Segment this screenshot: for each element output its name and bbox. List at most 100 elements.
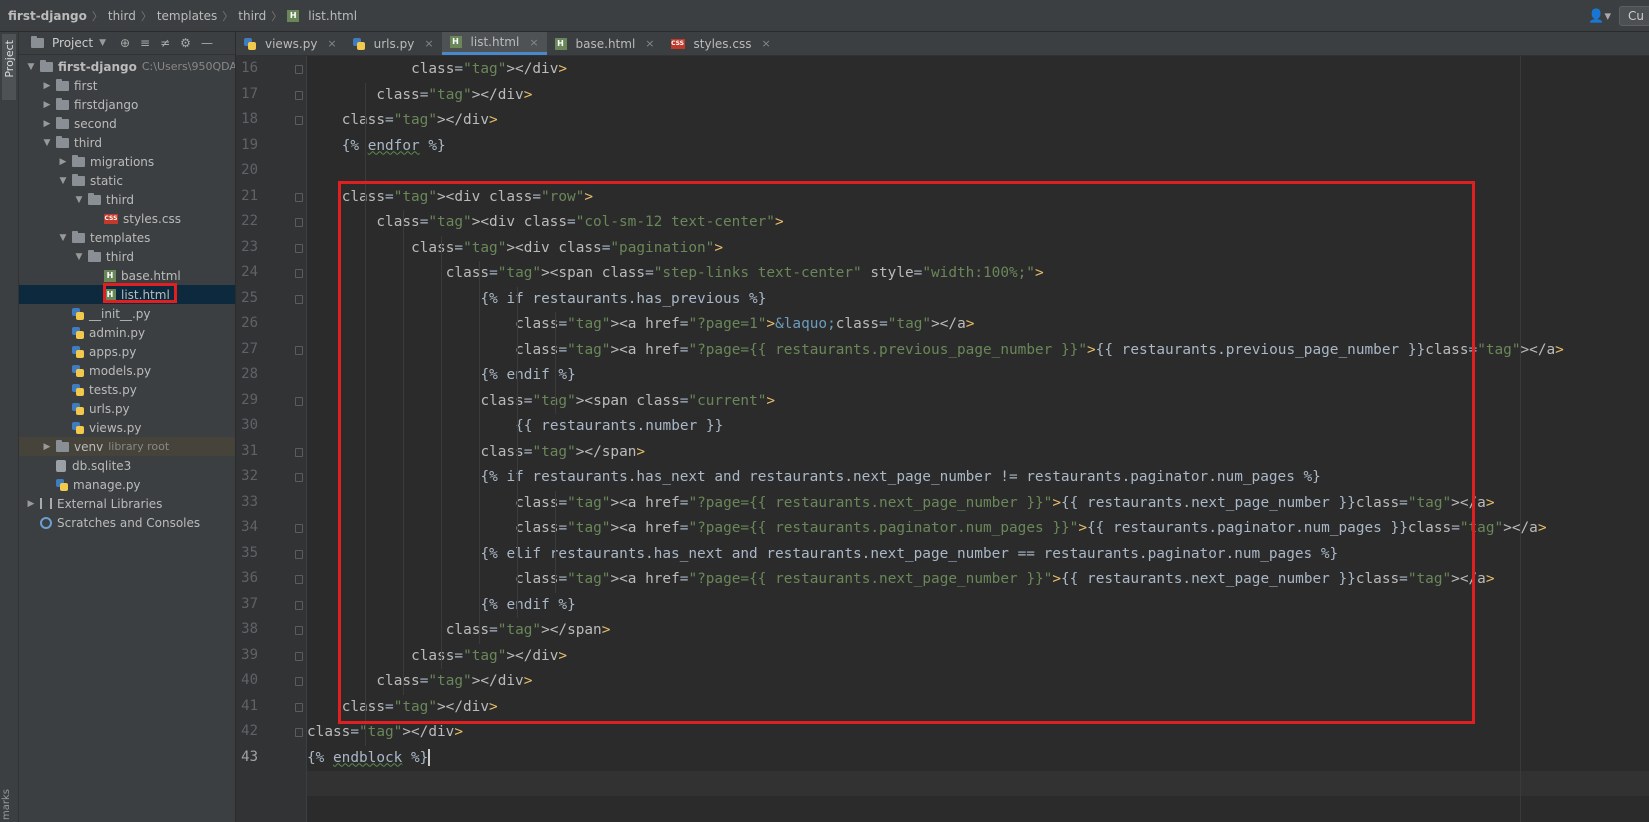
line-number: 23 bbox=[241, 238, 258, 255]
current-line-highlight bbox=[307, 771, 1649, 796]
tree-item[interactable]: admin.py bbox=[19, 323, 235, 342]
database-file-icon bbox=[56, 459, 66, 472]
breadcrumb-item[interactable]: third bbox=[238, 9, 266, 23]
fold-marker-icon[interactable] bbox=[295, 116, 303, 125]
tree-item[interactable]: db.sqlite3 bbox=[19, 456, 235, 475]
expand-arrow-icon[interactable]: ▼ bbox=[42, 138, 52, 148]
fold-marker-icon[interactable] bbox=[295, 218, 303, 227]
collapse-arrow-icon[interactable]: ▶ bbox=[58, 157, 68, 167]
editor-tab[interactable]: views.py × bbox=[236, 32, 345, 55]
tree-item[interactable]: ▼ third bbox=[19, 190, 235, 209]
tree-item[interactable]: ▶ migrations bbox=[19, 152, 235, 171]
fold-marker-icon[interactable] bbox=[295, 65, 303, 74]
tree-item[interactable]: ▶ firstdjango bbox=[19, 95, 235, 114]
expand-all-icon[interactable]: ≡ bbox=[140, 36, 150, 50]
fold-marker-icon[interactable] bbox=[295, 575, 303, 584]
collapse-all-icon[interactable]: ≠ bbox=[160, 36, 170, 50]
tree-item[interactable]: apps.py bbox=[19, 342, 235, 361]
editor-tab[interactable]: Hbase.html × bbox=[547, 32, 663, 55]
tree-item[interactable]: ▶ External Libraries bbox=[19, 494, 235, 513]
user-icon[interactable]: 👤▾ bbox=[1588, 9, 1611, 24]
collapse-arrow-icon[interactable]: ▶ bbox=[42, 81, 52, 91]
editor-tab[interactable]: urls.py × bbox=[345, 32, 442, 55]
tree-item[interactable]: manage.py bbox=[19, 475, 235, 494]
locate-icon[interactable]: ⊕ bbox=[120, 36, 130, 50]
collapse-arrow-icon[interactable]: ▶ bbox=[42, 442, 52, 452]
project-tool-tab[interactable]: Project bbox=[2, 34, 16, 100]
project-view-selector[interactable]: Project bbox=[52, 36, 93, 50]
close-icon[interactable]: × bbox=[761, 37, 770, 50]
fold-marker-icon[interactable] bbox=[295, 473, 303, 482]
tree-item[interactable]: models.py bbox=[19, 361, 235, 380]
fold-marker-icon[interactable] bbox=[295, 192, 303, 202]
code-line: class="tag"></div> bbox=[376, 86, 533, 103]
close-icon[interactable]: × bbox=[327, 37, 336, 50]
editor-tab[interactable]: CSS styles.css × bbox=[663, 32, 779, 55]
breadcrumb-item[interactable]: Hlist.html bbox=[287, 9, 357, 23]
tree-item[interactable]: CSS styles.css bbox=[19, 209, 235, 228]
hide-icon[interactable]: — bbox=[201, 36, 213, 50]
fold-marker-icon[interactable] bbox=[295, 702, 303, 712]
folder-icon bbox=[56, 78, 69, 91]
tree-item[interactable]: Hbase.html bbox=[19, 266, 235, 285]
tree-item[interactable]: tests.py bbox=[19, 380, 235, 399]
breadcrumb-item[interactable]: templates bbox=[157, 9, 217, 23]
expand-arrow-icon[interactable]: ▼ bbox=[26, 62, 36, 72]
tree-item[interactable]: __init__.py bbox=[19, 304, 235, 323]
fold-marker-icon[interactable] bbox=[295, 345, 303, 355]
fold-marker-icon[interactable] bbox=[295, 651, 303, 661]
indent-guide bbox=[479, 261, 480, 644]
fold-marker-icon[interactable] bbox=[295, 243, 303, 253]
breadcrumb-item[interactable]: first-django bbox=[8, 9, 87, 23]
fold-marker-icon[interactable] bbox=[295, 626, 303, 635]
tree-item[interactable]: ▶ venv library root bbox=[19, 437, 235, 456]
run-config-button[interactable]: Cu bbox=[1619, 6, 1649, 26]
tree-item[interactable]: ▶ second bbox=[19, 114, 235, 133]
breadcrumb-item[interactable]: third bbox=[108, 9, 136, 23]
fold-marker-icon[interactable] bbox=[295, 294, 303, 304]
tree-item[interactable]: urls.py bbox=[19, 399, 235, 418]
close-icon[interactable]: × bbox=[424, 37, 433, 50]
breadcrumb-label: first-django bbox=[8, 8, 87, 23]
fold-marker-icon[interactable] bbox=[295, 447, 303, 457]
tree-item-label: first-django bbox=[58, 59, 137, 74]
fold-marker-icon[interactable] bbox=[295, 728, 303, 737]
tree-item[interactable]: Scratches and Consoles bbox=[19, 513, 235, 532]
chevron-down-icon[interactable]: ▼ bbox=[99, 38, 106, 48]
expand-arrow-icon[interactable]: ▼ bbox=[58, 176, 68, 186]
tree-item[interactable]: Hlist.html bbox=[19, 285, 235, 304]
close-icon[interactable]: × bbox=[645, 37, 654, 50]
python-file-icon bbox=[56, 478, 68, 491]
expand-arrow-icon[interactable]: ▼ bbox=[74, 195, 84, 205]
collapse-arrow-icon[interactable]: ▶ bbox=[42, 100, 52, 110]
tree-item-hint: library root bbox=[108, 440, 170, 453]
line-number: 38 bbox=[241, 621, 258, 637]
fold-marker-icon[interactable] bbox=[295, 396, 303, 406]
chevron-right-icon: 〉 bbox=[91, 9, 103, 23]
fold-marker-icon[interactable] bbox=[295, 90, 303, 100]
tree-item[interactable]: ▶ first bbox=[19, 76, 235, 95]
fold-marker-icon[interactable] bbox=[295, 600, 303, 610]
expand-arrow-icon[interactable]: ▼ bbox=[58, 233, 68, 243]
close-icon[interactable]: × bbox=[529, 36, 538, 49]
bookmarks-tool-label[interactable]: marks bbox=[1, 789, 12, 820]
line-number: 33 bbox=[241, 493, 258, 510]
folder-icon bbox=[56, 135, 69, 148]
collapse-arrow-icon[interactable]: ▶ bbox=[42, 119, 52, 129]
tree-item[interactable]: ▼ third bbox=[19, 247, 235, 266]
tree-item[interactable]: ▼ templates bbox=[19, 228, 235, 247]
tree-item[interactable]: ▼ static bbox=[19, 171, 235, 190]
tree-item[interactable]: views.py bbox=[19, 418, 235, 437]
fold-marker-icon[interactable] bbox=[295, 677, 303, 686]
collapse-arrow-icon[interactable]: ▶ bbox=[26, 499, 36, 509]
expand-arrow-icon[interactable]: ▼ bbox=[74, 252, 84, 262]
code-editor[interactable]: class="tag"></div> class="tag"></div> cl… bbox=[307, 56, 1649, 822]
code-line: class="tag"></span> bbox=[445, 622, 611, 638]
tree-item[interactable]: ▼ first-django C:\Users\950QDA- bbox=[19, 57, 235, 76]
fold-marker-icon[interactable] bbox=[295, 524, 303, 533]
fold-marker-icon[interactable] bbox=[295, 269, 303, 278]
editor-tab[interactable]: Hlist.html × bbox=[441, 32, 547, 55]
tree-item[interactable]: ▼ third bbox=[19, 133, 235, 152]
gear-icon[interactable]: ⚙ bbox=[180, 36, 191, 50]
fold-marker-icon[interactable] bbox=[295, 549, 303, 559]
